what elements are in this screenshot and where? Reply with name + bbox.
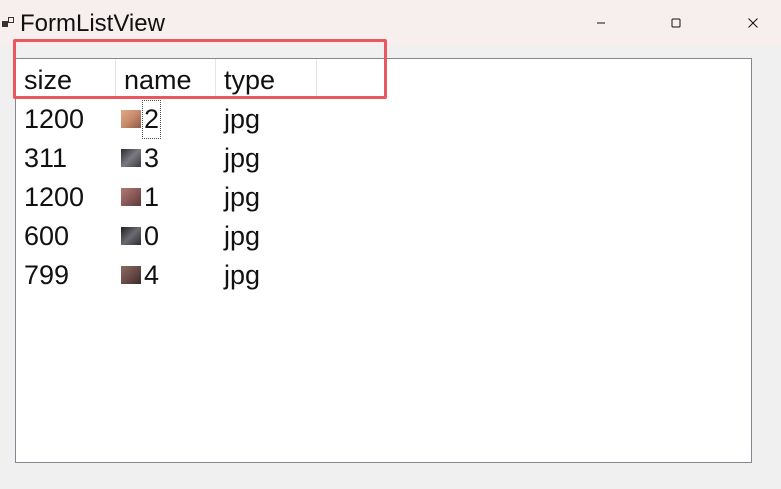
cell-size: 600 xyxy=(24,221,70,251)
cell-size: 1200 xyxy=(24,104,85,134)
cell-size: 1200 xyxy=(24,182,85,212)
app-icon xyxy=(2,17,14,27)
form-window: FormListView size name type 1200 2 jpg 3… xyxy=(0,0,781,489)
cell-name: 4 xyxy=(144,260,160,290)
thumbnail-image xyxy=(121,110,141,128)
annotation-highlight-box xyxy=(13,39,387,99)
cell-type: jpg xyxy=(224,260,261,290)
cell-name: 0 xyxy=(144,221,160,251)
cell-name: 3 xyxy=(144,143,160,173)
cell-size: 311 xyxy=(24,143,68,173)
window-title: FormListView xyxy=(20,10,165,37)
list-row[interactable]: 311 3 jpg xyxy=(16,139,751,178)
minimize-button[interactable] xyxy=(573,0,629,46)
cell-type: jpg xyxy=(224,221,261,251)
list-row[interactable]: 799 4 jpg xyxy=(16,256,751,295)
list-row[interactable]: 600 0 jpg xyxy=(16,217,751,256)
cell-name: 2 xyxy=(142,100,162,139)
close-button[interactable] xyxy=(725,0,781,46)
list-row[interactable]: 1200 2 jpg xyxy=(16,100,751,139)
thumbnail-image xyxy=(121,266,141,284)
minimize-icon xyxy=(597,22,605,24)
close-icon xyxy=(748,18,758,28)
list-row[interactable]: 1200 1 jpg xyxy=(16,178,751,217)
cell-type: jpg xyxy=(224,104,261,134)
cell-type: jpg xyxy=(224,182,261,212)
cell-size: 799 xyxy=(24,260,70,290)
cell-name: 1 xyxy=(144,182,160,212)
maximize-button[interactable] xyxy=(648,0,704,46)
maximize-icon xyxy=(671,18,681,28)
cell-type: jpg xyxy=(224,143,261,173)
thumbnail-image xyxy=(121,227,141,245)
list-view[interactable]: size name type 1200 2 jpg 311 3 jpg 1200… xyxy=(15,58,752,463)
thumbnail-image xyxy=(121,149,141,167)
thumbnail-image xyxy=(121,188,141,206)
